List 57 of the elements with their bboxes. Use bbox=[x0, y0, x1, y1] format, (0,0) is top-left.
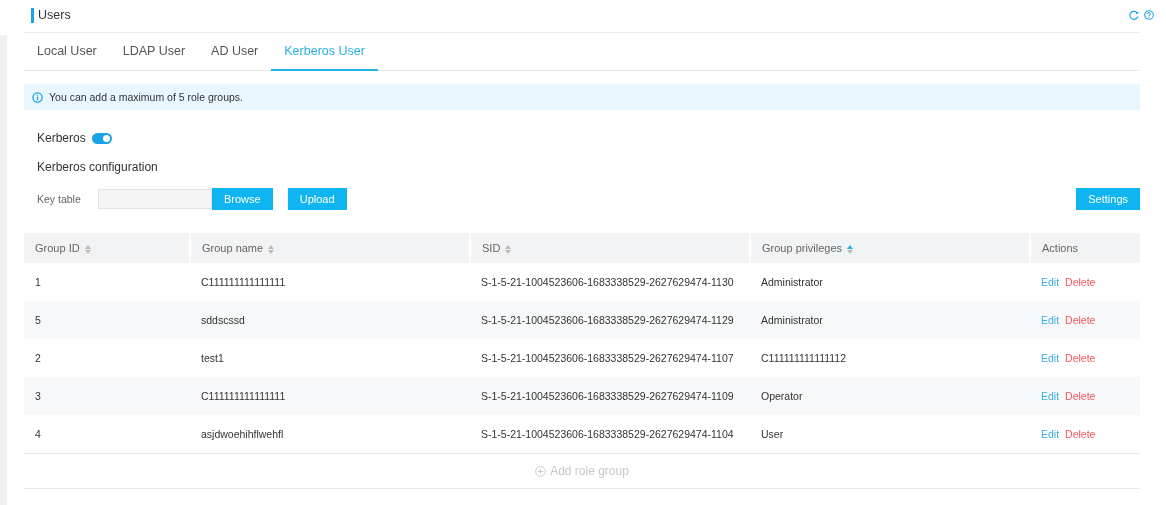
toggle-switch[interactable] bbox=[91, 132, 112, 144]
table-cell: Operator bbox=[761, 390, 803, 402]
sort-icon[interactable] bbox=[847, 244, 854, 254]
column-header: Group ID bbox=[35, 242, 80, 254]
plus-circle-icon bbox=[535, 465, 547, 477]
table-cell: 5 bbox=[35, 314, 41, 326]
field-label: Key table bbox=[36, 193, 82, 205]
table-cell: 2 bbox=[35, 352, 41, 364]
edit-link[interactable]: Edit bbox=[1041, 314, 1060, 326]
delete-link[interactable]: Delete bbox=[1065, 352, 1096, 364]
delete-link[interactable]: Delete bbox=[1065, 314, 1096, 326]
table-cell: 4 bbox=[35, 428, 41, 440]
table-cell: 1 bbox=[35, 276, 41, 288]
edit-link[interactable]: Edit bbox=[1041, 352, 1060, 364]
table-cell: Administrator bbox=[761, 276, 823, 288]
key-table-field[interactable] bbox=[98, 189, 212, 209]
delete-link[interactable]: Delete bbox=[1065, 276, 1096, 288]
toggle-label: Kerberos bbox=[37, 131, 86, 145]
table-cell: Administrator bbox=[761, 314, 823, 326]
tab[interactable]: Kerberos User bbox=[271, 33, 378, 71]
refresh-icon[interactable] bbox=[1129, 10, 1139, 20]
info-icon bbox=[32, 91, 43, 103]
edit-link[interactable]: Edit bbox=[1041, 428, 1060, 440]
column-header: Actions bbox=[1042, 242, 1079, 254]
column-header: Group name bbox=[202, 242, 264, 254]
table-cell: S-1-5-21-1004523606-1683338529-2627629474-1107 bbox=[481, 352, 734, 364]
table-cell: C111111111111112 bbox=[761, 352, 847, 364]
tab[interactable]: AD User bbox=[198, 33, 272, 71]
table-cell: sddscssd bbox=[201, 314, 245, 326]
table-cell: C111111111111111 bbox=[201, 276, 286, 288]
delete-link[interactable]: Delete bbox=[1065, 390, 1096, 402]
table-cell: C111111111111111 bbox=[201, 390, 286, 402]
page-title: Users bbox=[31, 7, 71, 23]
table-cell: S-1-5-21-1004523606-1683338529-2627629474-1130 bbox=[481, 276, 734, 288]
column-header: Group privileges bbox=[762, 242, 843, 254]
column-header: SID bbox=[482, 242, 501, 254]
delete-link[interactable]: Delete bbox=[1065, 428, 1096, 440]
section-title: Kerberos configuration bbox=[37, 160, 159, 174]
settings-button[interactable]: Settings bbox=[1076, 188, 1140, 210]
edit-link[interactable]: Edit bbox=[1041, 276, 1060, 288]
upload-button[interactable]: Upload bbox=[287, 188, 347, 210]
browse-button[interactable]: Browse bbox=[212, 188, 273, 210]
sort-icon[interactable] bbox=[268, 244, 275, 254]
sort-icon[interactable] bbox=[84, 244, 91, 254]
edit-link[interactable]: Edit bbox=[1041, 390, 1060, 402]
notice-text: You can add a maximum of 5 role groups. bbox=[49, 91, 243, 103]
table-cell: asjdwoehihflwehfl bbox=[201, 428, 284, 440]
table-cell: S-1-5-21-1004523606-1683338529-2627629474-1104 bbox=[481, 428, 734, 440]
table-cell: S-1-5-21-1004523606-1683338529-2627629474-1109 bbox=[481, 390, 734, 402]
table-cell: S-1-5-21-1004523606-1683338529-2627629474-1129 bbox=[481, 314, 734, 326]
tab[interactable]: LDAP User bbox=[109, 33, 199, 71]
table-cell: User bbox=[761, 428, 784, 440]
help-icon[interactable] bbox=[1144, 10, 1154, 20]
table-cell: test1 bbox=[201, 352, 224, 364]
table-cell: 3 bbox=[35, 390, 41, 402]
tab[interactable]: Local User bbox=[24, 33, 110, 71]
sort-icon[interactable] bbox=[505, 244, 512, 254]
